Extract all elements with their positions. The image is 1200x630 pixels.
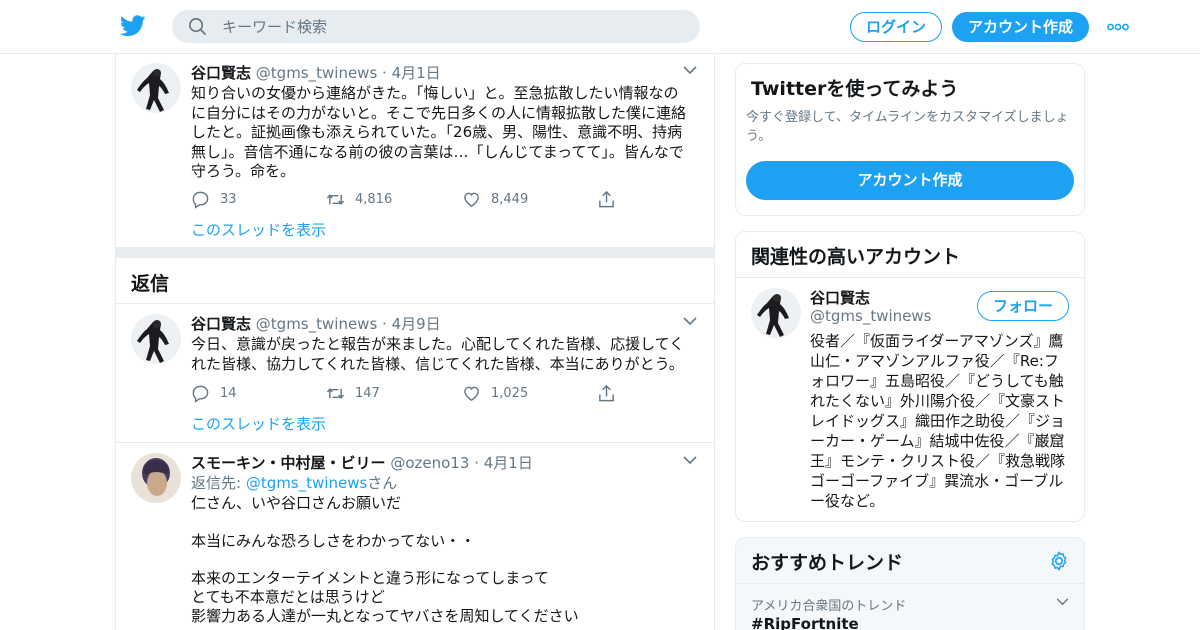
avatar[interactable] [751, 288, 801, 338]
author-name[interactable]: スモーキン・中村屋・ビリー [191, 454, 386, 472]
reply-count: 14 [220, 386, 237, 401]
reply-to-link[interactable]: @tgms_twinews [246, 474, 367, 492]
tweet[interactable]: 谷口賢志 @tgms_twinews · 4月1日 知り合いの女優から連絡がきた… [116, 54, 714, 248]
top-navigation-bar: ログイン アカウント作成 [0, 0, 1200, 54]
section-divider [116, 248, 714, 258]
tweet-text: 仁さん、いや谷口さんお願いだ 本当にみんな恐ろしさをわかってない・・ 本来のエン… [191, 494, 579, 625]
related-accounts-card: 関連性の高いアカウント 谷口賢志 @tgms_twinews フォロー 役者／『… [735, 231, 1085, 522]
tweet-date[interactable]: 4月9日 [392, 315, 441, 333]
reply-icon [192, 385, 209, 403]
replies-heading: 返信 [116, 258, 714, 304]
show-thread-link[interactable]: このスレッドを表示 [191, 219, 326, 240]
tweet-text: 知り合いの女優から連絡がきた。「悔しい」と。至急拡散したい情報なのに自分にはその… [191, 84, 687, 180]
chevron-down-icon[interactable] [683, 66, 697, 75]
retweet-count: 147 [355, 386, 380, 401]
follow-button[interactable]: フォロー [977, 291, 1069, 321]
tweet-header: 谷口賢志 @tgms_twinews · 4月1日 [191, 64, 441, 82]
tweet[interactable]: スモーキン・中村屋・ビリー @ozeno13 · 4月1日 返信先: @tgms… [116, 443, 714, 630]
signup-card-subtitle: 今すぐ登録して、タイムラインをカスタマイズしましょう。 [746, 110, 1069, 144]
tweet-date[interactable]: 4月1日 [392, 64, 441, 82]
chevron-down-icon[interactable] [683, 317, 697, 326]
retweet-count: 4,816 [355, 192, 393, 207]
retweet-icon [326, 388, 345, 399]
tweet-actions: 14 147 1,025 [191, 384, 631, 404]
author-handle[interactable]: @tgms_twinews [256, 64, 377, 82]
heart-icon [464, 192, 479, 207]
like-count: 8,449 [491, 192, 529, 207]
reply-icon [192, 191, 209, 209]
more-options-icon[interactable] [1107, 23, 1129, 31]
tweet-date[interactable]: 4月1日 [484, 454, 533, 472]
author-name[interactable]: 谷口賢志 [191, 64, 251, 82]
tweet-text: 今日、意識が戻ったと報告が来ました。心配してくれた皆様、応援してくれた皆様、協力… [191, 335, 685, 373]
author-handle[interactable]: @ozeno13 [390, 454, 469, 472]
signup-card-title: Twitterを使ってみよう [751, 78, 959, 100]
trends-card-title: おすすめトレンド [751, 552, 904, 574]
reply-to-line: 返信先: @tgms_twinewsさん [191, 474, 398, 492]
gear-icon[interactable] [1048, 550, 1070, 572]
trend-item[interactable]: #RipFortnite [751, 615, 859, 630]
share-icon [599, 384, 614, 402]
account-handle[interactable]: @tgms_twinews [810, 307, 931, 325]
reply-count: 33 [220, 192, 237, 207]
search-box[interactable] [172, 10, 700, 43]
account-bio: 役者／『仮面ライダーアマゾンズ』鷹山仁・アマゾンアルファ役／『Re:フォロワー』… [810, 332, 1066, 510]
avatar[interactable] [131, 314, 181, 364]
tweet-actions: 33 4,816 8,449 [191, 190, 631, 210]
trends-card: おすすめトレンド アメリカ合衆国のトレンド #RipFortnite [735, 537, 1085, 630]
account-name[interactable]: 谷口賢志 [810, 287, 870, 308]
signup-card-button[interactable]: アカウント作成 [746, 161, 1074, 200]
share-icon [599, 190, 614, 208]
trend-location: アメリカ合衆国のトレンド [751, 599, 907, 614]
tweet-header: スモーキン・中村屋・ビリー @ozeno13 · 4月1日 [191, 454, 533, 472]
retweet-icon [326, 194, 345, 205]
search-icon [189, 18, 206, 35]
show-thread-link[interactable]: このスレッドを表示 [191, 413, 326, 434]
tweet[interactable]: 谷口賢志 @tgms_twinews · 4月9日 今日、意識が戻ったと報告が来… [116, 304, 714, 443]
search-input[interactable] [222, 10, 682, 43]
author-handle[interactable]: @tgms_twinews [256, 315, 377, 333]
avatar[interactable] [131, 453, 181, 503]
author-name[interactable]: 谷口賢志 [191, 315, 251, 333]
timeline-column: 谷口賢志 @tgms_twinews · 4月1日 知り合いの女優から連絡がきた… [115, 54, 715, 630]
login-button[interactable]: ログイン [850, 12, 942, 42]
tweet-header: 谷口賢志 @tgms_twinews · 4月9日 [191, 315, 441, 333]
twitter-bird-icon[interactable] [120, 14, 146, 38]
chevron-down-icon[interactable] [683, 456, 697, 465]
like-count: 1,025 [491, 386, 529, 401]
signup-card: Twitterを使ってみよう 今すぐ登録して、タイムラインをカスタマイズしましょ… [735, 63, 1085, 216]
avatar[interactable] [131, 63, 181, 113]
chevron-down-icon[interactable] [1056, 598, 1069, 606]
heart-icon [464, 386, 479, 401]
signup-button[interactable]: アカウント作成 [952, 12, 1089, 42]
related-card-title: 関連性の高いアカウント [751, 246, 961, 268]
